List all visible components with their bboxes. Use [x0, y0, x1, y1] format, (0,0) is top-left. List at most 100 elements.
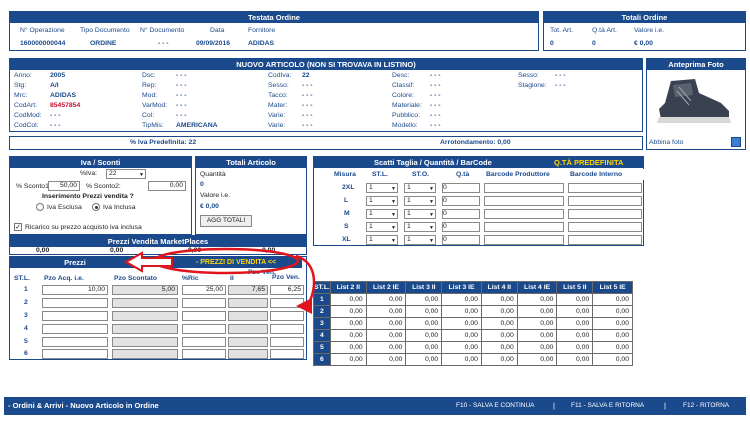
- listino-cell[interactable]: 0,00: [592, 341, 633, 354]
- listino-cell[interactable]: 0,00: [556, 293, 594, 306]
- listino-cell[interactable]: 0,00: [516, 353, 558, 366]
- abbina-foto-link[interactable]: Abbina foto: [649, 139, 683, 146]
- barcode-produttore-input[interactable]: [484, 196, 564, 206]
- listino-cell[interactable]: 0,00: [441, 305, 482, 318]
- listino-cell[interactable]: 0,00: [441, 329, 482, 342]
- ric-input[interactable]: [182, 298, 226, 308]
- ric-input[interactable]: [182, 349, 226, 359]
- barcode-interno-input[interactable]: [568, 222, 642, 232]
- listino-cell[interactable]: 0,00: [405, 329, 443, 342]
- qta-input[interactable]: 0: [442, 209, 480, 219]
- pzo-acq-input[interactable]: [42, 337, 108, 347]
- listino-cell[interactable]: 0,00: [480, 341, 518, 354]
- ric-input[interactable]: [182, 324, 226, 334]
- listino-cell[interactable]: 0,00: [329, 353, 367, 366]
- listino-cell[interactable]: 0,00: [480, 293, 518, 306]
- listino-cell[interactable]: 0,00: [516, 341, 558, 354]
- pzo-acq-input[interactable]: 10,00: [42, 285, 108, 295]
- stl-select[interactable]: 1 ▼: [366, 196, 398, 206]
- listino-cell[interactable]: 0,00: [592, 353, 633, 366]
- qta-input[interactable]: 0: [442, 196, 480, 206]
- listino-cell[interactable]: 0,00: [516, 293, 558, 306]
- stl-select[interactable]: 1 ▼: [366, 235, 398, 245]
- sto-select[interactable]: 1 ▼: [404, 196, 436, 206]
- listino-cell[interactable]: 0,00: [365, 317, 407, 330]
- listino-cell[interactable]: 0,00: [329, 341, 367, 354]
- sto-select[interactable]: 1 ▼: [404, 209, 436, 219]
- listino-cell[interactable]: 0,00: [480, 353, 518, 366]
- listino-cell[interactable]: 0,00: [441, 293, 482, 306]
- pzo-ven-input[interactable]: [270, 311, 304, 321]
- listino-cell[interactable]: 0,00: [441, 317, 482, 330]
- listino-cell[interactable]: 0,00: [329, 293, 367, 306]
- pzo-ven-input[interactable]: [270, 349, 304, 359]
- pzo-ven-input[interactable]: [270, 324, 304, 334]
- pzo-acq-input[interactable]: [42, 298, 108, 308]
- sconto1-input[interactable]: 50,00: [48, 181, 80, 191]
- listino-cell[interactable]: 0,00: [441, 353, 482, 366]
- iva-inclusa-radio[interactable]: [92, 203, 100, 211]
- listino-cell[interactable]: 0,00: [592, 305, 633, 318]
- iva-select[interactable]: 22 ▼: [106, 169, 146, 179]
- sto-select[interactable]: 1 ▼: [404, 235, 436, 245]
- barcode-interno-input[interactable]: [568, 196, 642, 206]
- sconto2-input[interactable]: 0,00: [148, 181, 186, 191]
- qta-predefinita-link[interactable]: Q.TÀ PREDEFINITA: [554, 157, 623, 168]
- barcode-interno-input[interactable]: [568, 235, 642, 245]
- stl-select[interactable]: 1 ▼: [366, 183, 398, 193]
- image-upload-icon[interactable]: [731, 137, 741, 147]
- listino-cell[interactable]: 0,00: [592, 293, 633, 306]
- listino-cell[interactable]: 0,00: [365, 293, 407, 306]
- stl-select[interactable]: 1 ▼: [366, 222, 398, 232]
- ric-input[interactable]: [182, 311, 226, 321]
- agg-totali-button[interactable]: AGG TOTALI: [200, 215, 252, 227]
- pzo-acq-input[interactable]: [42, 324, 108, 334]
- listino-cell[interactable]: 0,00: [516, 305, 558, 318]
- listino-cell[interactable]: 0,00: [480, 317, 518, 330]
- listino-cell[interactable]: 0,00: [556, 317, 594, 330]
- listino-cell[interactable]: 0,00: [365, 341, 407, 354]
- listino-cell[interactable]: 0,00: [405, 353, 443, 366]
- listino-cell[interactable]: 0,00: [556, 353, 594, 366]
- listino-cell[interactable]: 0,00: [480, 329, 518, 342]
- barcode-interno-input[interactable]: [568, 183, 642, 193]
- listino-cell[interactable]: 0,00: [441, 341, 482, 354]
- listino-cell[interactable]: 0,00: [516, 329, 558, 342]
- listino-cell[interactable]: 0,00: [405, 305, 443, 318]
- barcode-produttore-input[interactable]: [484, 235, 564, 245]
- pzo-ven-input[interactable]: 6,25: [270, 285, 304, 295]
- listino-cell[interactable]: 0,00: [329, 317, 367, 330]
- listino-cell[interactable]: 0,00: [556, 341, 594, 354]
- prezzi-vendita-banner[interactable]: - PREZZI DI VENDITA <<: [170, 257, 302, 268]
- listino-cell[interactable]: 0,00: [592, 329, 633, 342]
- barcode-produttore-input[interactable]: [484, 209, 564, 219]
- sto-select[interactable]: 1 ▼: [404, 183, 436, 193]
- barcode-produttore-input[interactable]: [484, 183, 564, 193]
- barcode-produttore-input[interactable]: [484, 222, 564, 232]
- barcode-interno-input[interactable]: [568, 209, 642, 219]
- listino-cell[interactable]: 0,00: [516, 317, 558, 330]
- iva-esclusa-radio[interactable]: [36, 203, 44, 211]
- ricarico-checkbox[interactable]: ✓: [14, 223, 22, 231]
- listino-cell[interactable]: 0,00: [556, 329, 594, 342]
- qta-input[interactable]: 0: [442, 183, 480, 193]
- listino-cell[interactable]: 0,00: [556, 305, 594, 318]
- listino-cell[interactable]: 0,00: [405, 293, 443, 306]
- listino-cell[interactable]: 0,00: [405, 341, 443, 354]
- listino-cell[interactable]: 0,00: [329, 329, 367, 342]
- stl-select[interactable]: 1 ▼: [366, 209, 398, 219]
- qta-input[interactable]: 0: [442, 235, 480, 245]
- pzo-acq-input[interactable]: [42, 349, 108, 359]
- qta-input[interactable]: 0: [442, 222, 480, 232]
- pzo-acq-input[interactable]: [42, 311, 108, 321]
- sto-select[interactable]: 1 ▼: [404, 222, 436, 232]
- ric-input[interactable]: [182, 337, 226, 347]
- pzo-ven-input[interactable]: [270, 298, 304, 308]
- listino-cell[interactable]: 0,00: [329, 305, 367, 318]
- pzo-ven-input[interactable]: [270, 337, 304, 347]
- listino-cell[interactable]: 0,00: [365, 353, 407, 366]
- ric-input[interactable]: 25,00: [182, 285, 226, 295]
- listino-cell[interactable]: 0,00: [592, 317, 633, 330]
- f11-button[interactable]: F11 - SALVA E RITORNA: [571, 397, 644, 415]
- listino-cell[interactable]: 0,00: [365, 305, 407, 318]
